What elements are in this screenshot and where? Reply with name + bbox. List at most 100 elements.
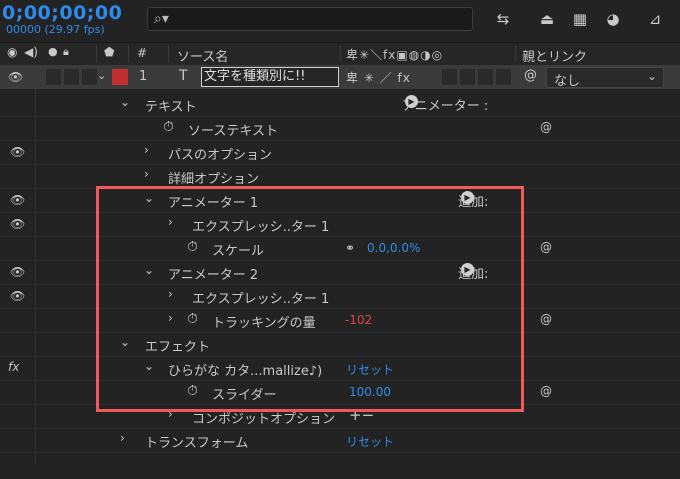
switch-box[interactable]: [478, 69, 493, 85]
chevron-down-icon[interactable]: ⌄: [144, 359, 154, 373]
prop-row-tracking-amount[interactable]: › ⏱ トラッキングの量 -102 @: [0, 308, 680, 333]
prop-row-more-options[interactable]: › 詳細オプション: [0, 164, 680, 189]
layer-switches-column[interactable]: 卑✳＼fx▣◍◑◎: [346, 46, 443, 63]
prop-row-effect[interactable]: fx ⌄ ひらがな カタ...mallize♪) リセット: [0, 356, 680, 381]
chevron-right-icon[interactable]: ›: [144, 143, 149, 157]
prop-row-compositing-options[interactable]: › コンポジットオプション +−: [0, 404, 680, 429]
chevron-down-icon[interactable]: ⌄: [144, 191, 154, 205]
prop-label: エフェクト: [145, 340, 211, 355]
prop-label: コンポジットオプション: [192, 412, 336, 427]
prop-row-expression-selector[interactable]: 👁︎ › エクスプレッシ..ター 1: [0, 212, 680, 237]
play-icon[interactable]: ▶: [461, 191, 474, 204]
prop-row-path-options[interactable]: 👁︎ › パスのオプション: [0, 140, 680, 165]
prop-row-source-text[interactable]: ⏱ ソーステキスト @: [0, 116, 680, 141]
search-icon: ⌕▾: [154, 11, 169, 27]
chevron-right-icon[interactable]: ›: [168, 287, 173, 301]
prop-label: トラッキングの量: [212, 316, 316, 331]
current-time[interactable]: 0;00;00;00: [2, 2, 122, 24]
pickwhip-icon[interactable]: @: [540, 384, 552, 398]
prop-row-animator-2[interactable]: 👁︎ ⌄ アニメーター 2 追加: ▶: [0, 260, 680, 285]
chevron-down-icon[interactable]: ⌄: [120, 95, 130, 109]
layer-number: 1: [139, 69, 148, 84]
reset-link[interactable]: リセット: [346, 361, 394, 378]
eye-icon[interactable]: 👁︎: [10, 145, 25, 159]
eye-icon[interactable]: ◉: [7, 45, 17, 59]
prop-row-slider[interactable]: ⏱ スライダー 100.00 @: [0, 380, 680, 405]
layer-name[interactable]: 文字を種類別に!!: [201, 67, 339, 87]
stopwatch-icon[interactable]: ⏱: [163, 119, 174, 135]
add-remove-mask-buttons[interactable]: +−: [349, 406, 374, 424]
parent-link-column[interactable]: 親とリンク: [522, 46, 587, 65]
prop-row-expression-selector[interactable]: 👁︎ › エクスプレッシ..ター 1: [0, 284, 680, 309]
scale-value[interactable]: 0.0,0.0%: [367, 241, 420, 255]
parent-value: なし: [554, 74, 581, 89]
prop-label: アニメーター 1: [168, 196, 259, 211]
source-name-column[interactable]: ソース名: [177, 46, 228, 65]
prop-row-transform[interactable]: › トランスフォーム リセット: [0, 428, 680, 453]
layer-switches[interactable]: 卑 ✳ ／ fx: [346, 69, 411, 86]
prop-row-effects[interactable]: ⌄ エフェクト: [0, 332, 680, 357]
prop-label: エクスプレッシ..ター 1: [192, 220, 330, 235]
eye-icon[interactable]: 👁︎: [8, 70, 23, 84]
stopwatch-icon[interactable]: ⏱: [187, 239, 198, 255]
prop-label: エクスプレッシ..ター 1: [192, 292, 330, 307]
pickwhip-icon[interactable]: @: [540, 120, 552, 134]
eye-icon[interactable]: 👁︎: [10, 289, 25, 303]
constrain-proportions-icon[interactable]: ⚭: [345, 241, 355, 255]
frame-blending-icon[interactable]: ▦: [570, 9, 590, 29]
stopwatch-icon[interactable]: ⏱: [187, 383, 198, 399]
graph-editor-icon[interactable]: ⊿: [645, 9, 665, 29]
slider-value[interactable]: 100.00: [349, 385, 391, 399]
play-icon[interactable]: ▶: [405, 95, 418, 108]
switch-box[interactable]: [442, 69, 457, 85]
prop-row-text[interactable]: ⌄ テキスト アニメーター : ▶: [0, 92, 680, 117]
reset-link[interactable]: リセット: [346, 433, 394, 450]
pickwhip-icon[interactable]: @: [540, 312, 552, 326]
prop-label: ひらがな カタ...mallize♪): [168, 364, 323, 379]
chevron-down-icon[interactable]: ⌄: [120, 335, 130, 349]
eye-icon[interactable]: 👁︎: [10, 217, 25, 231]
pickwhip-icon[interactable]: @: [540, 240, 552, 254]
switch-box[interactable]: [496, 69, 511, 85]
switch-box[interactable]: [460, 69, 475, 85]
play-icon[interactable]: ▶: [461, 263, 474, 276]
prop-row-scale[interactable]: ⏱ スケール ⚭ 0.0,0.0% @: [0, 236, 680, 261]
solo-icon[interactable]: ●: [48, 45, 58, 58]
stopwatch-icon[interactable]: ⏱: [187, 311, 198, 327]
chevron-right-icon[interactable]: ›: [168, 215, 173, 229]
parent-select[interactable]: なし ⌄: [546, 67, 664, 89]
audio-toggle[interactable]: [46, 69, 61, 85]
layer-row[interactable]: 👁︎ ⌄ 1 T 文字を種類別に!! 卑 ✳ ／ fx @ なし ⌄: [0, 65, 680, 89]
prop-label: スライダー: [212, 388, 277, 403]
label-color-swatch[interactable]: [112, 69, 128, 85]
prop-label: アニメーター 2: [168, 268, 259, 283]
prop-row-animator-1[interactable]: 👁︎ ⌄ アニメーター 1 追加: ▶: [0, 188, 680, 213]
draft-3d-icon[interactable]: ⏏: [537, 9, 557, 29]
lock-toggle[interactable]: [82, 69, 97, 85]
comp-flowchart-icon[interactable]: ⇆: [493, 9, 513, 29]
chevron-right-icon[interactable]: ›: [168, 311, 173, 325]
prop-label: パスのオプション: [168, 148, 273, 163]
chevron-down-icon[interactable]: ⌄: [97, 69, 106, 82]
chevron-down-icon[interactable]: ⌄: [144, 263, 154, 277]
prop-label: テキスト: [145, 100, 197, 115]
audio-icon[interactable]: ◀): [24, 45, 38, 59]
chevron-right-icon[interactable]: ›: [144, 167, 149, 181]
column-header: ◉ ◀) ● 🔒︎ ⬟ # ソース名 卑✳＼fx▣◍◑◎ 親とリンク: [0, 42, 680, 66]
tracking-value[interactable]: -102: [345, 313, 372, 327]
timecode-display[interactable]: 0;00;00;00 00000 (29.97 fps): [0, 0, 142, 40]
pickwhip-icon[interactable]: @: [524, 68, 537, 83]
prop-label: スケール: [212, 244, 265, 259]
eye-icon[interactable]: 👁︎: [10, 193, 25, 207]
lock-icon[interactable]: 🔒︎: [63, 45, 69, 59]
motion-blur-icon[interactable]: ◕: [603, 9, 623, 29]
text-layer-icon: T: [179, 68, 188, 84]
eye-icon[interactable]: 👁︎: [10, 265, 25, 279]
tag-icon[interactable]: ⬟: [104, 45, 114, 59]
number-column[interactable]: #: [137, 46, 147, 60]
solo-toggle[interactable]: [64, 69, 79, 85]
fx-icon[interactable]: fx: [8, 360, 19, 374]
chevron-right-icon[interactable]: ›: [120, 431, 125, 445]
chevron-right-icon[interactable]: ›: [168, 407, 173, 421]
search-input[interactable]: ⌕▾: [147, 7, 473, 31]
